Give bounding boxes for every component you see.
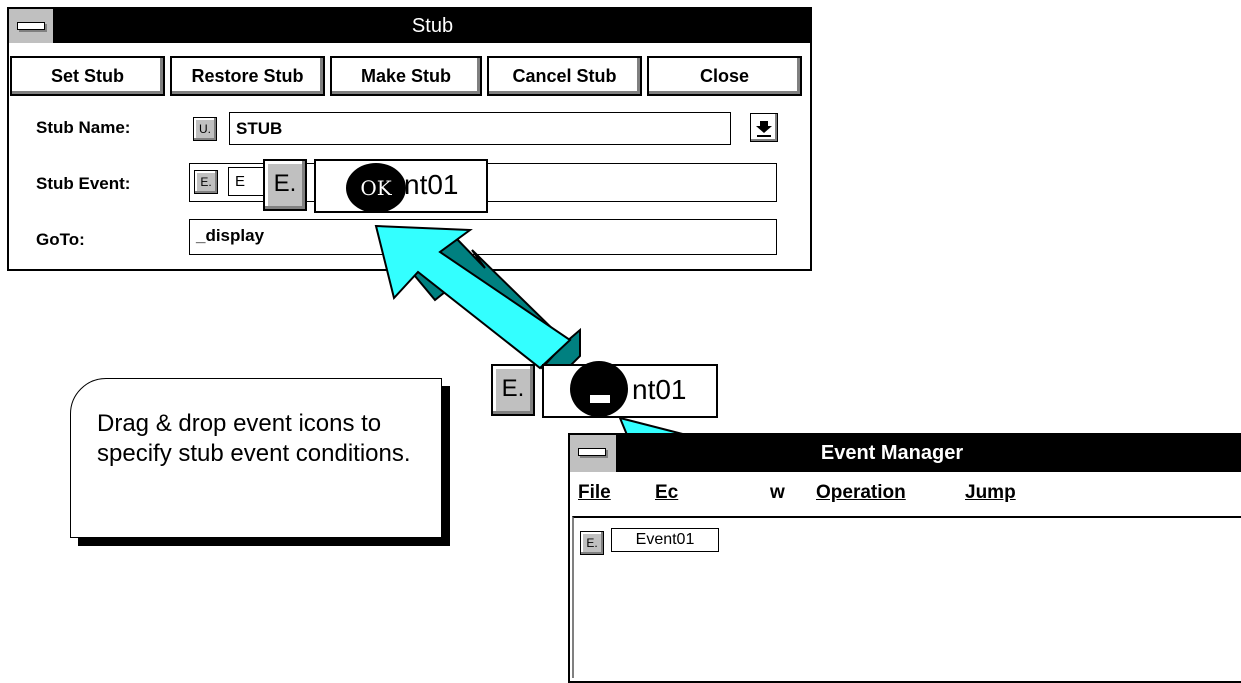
dragged-event-name-bottom[interactable]: nt01 <box>542 364 718 418</box>
event-manager-titlebar: Event Manager <box>570 435 1241 472</box>
dragged-event-icon-bottom-text: E. <box>501 375 525 402</box>
dragged-event-icon-bottom[interactable]: E. <box>491 364 535 416</box>
menu-file[interactable]: File <box>578 482 611 504</box>
no-drop-bar-icon <box>590 395 610 403</box>
event-list-item[interactable]: Event01 <box>611 528 719 552</box>
menu-edit-label: Ec <box>655 482 679 503</box>
menu-view[interactable]: w <box>770 482 785 504</box>
event-list-item-icon-text: E. <box>586 536 598 550</box>
menu-operation-label: Operation <box>816 482 906 503</box>
event-manager-title: Event Manager <box>820 442 964 464</box>
event-list-item-icon[interactable]: E. <box>580 531 604 555</box>
drag-cursor-icon <box>570 361 628 417</box>
menu-jump[interactable]: Jump <box>965 482 1016 504</box>
menu-edit[interactable]: Ec <box>655 482 678 504</box>
menu-jump-label: Jump <box>965 482 1016 503</box>
minus-icon <box>578 448 606 456</box>
callout-note: Drag & drop event icons to specify stub … <box>70 378 442 538</box>
event-manager-system-menu-button[interactable] <box>570 435 618 472</box>
menu-file-label: File <box>578 482 611 503</box>
event-list-item-label: Event01 <box>635 531 695 548</box>
menu-operation[interactable]: Operation <box>816 482 906 504</box>
menu-view-label: w <box>770 482 785 503</box>
